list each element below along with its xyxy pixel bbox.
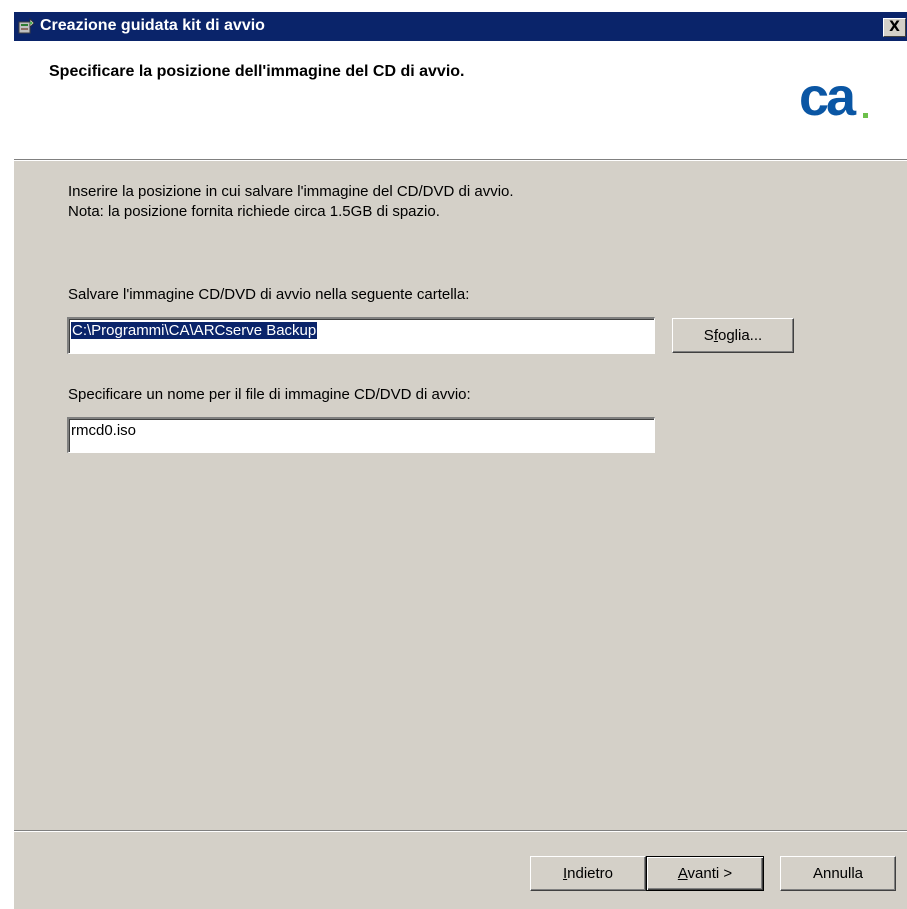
intro-text-line2: Nota: la posizione fornita richiede circ…	[68, 203, 440, 220]
close-icon: X	[889, 19, 900, 35]
wizard-header: Specificare la posizione dell'immagine d…	[14, 41, 907, 160]
browse-button[interactable]: Sfoglia...	[672, 318, 794, 353]
cancel-button[interactable]: Annulla	[780, 856, 896, 891]
next-button[interactable]: Avanti >	[646, 856, 764, 891]
page-title: Specificare la posizione dell'immagine d…	[49, 63, 465, 80]
window-title: Creazione guidata kit di avvio	[40, 17, 265, 34]
intro-text-line1: Inserire la posizione in cui salvare l'i…	[68, 183, 514, 200]
footer-divider	[14, 830, 907, 832]
browse-label-prefix: S	[703, 327, 714, 344]
filename-label: Specificare un nome per il file di immag…	[68, 386, 471, 403]
title-bar: Creazione guidata kit di avvio X	[14, 12, 907, 41]
close-button[interactable]: X	[883, 18, 906, 37]
folder-path-value: C:\Programmi\CA\ARCserve Backup	[71, 322, 318, 339]
folder-label: Salvare l'immagine CD/DVD di avvio nella…	[68, 286, 470, 303]
browse-label-suffix: oglia...	[717, 327, 763, 344]
wizard-kit-icon	[18, 18, 35, 34]
next-label-rest: vanti >	[687, 865, 733, 882]
svg-text:ca: ca	[799, 71, 857, 123]
folder-path-input[interactable]: C:\Programmi\CA\ARCserve Backup	[67, 317, 655, 354]
back-label-rest: ndietro	[567, 865, 614, 882]
filename-value: rmcd0.iso	[71, 422, 137, 439]
cancel-label: Annulla	[812, 865, 864, 882]
next-label-hotkey: A	[677, 865, 688, 882]
back-button[interactable]: Indietro	[530, 856, 646, 891]
filename-input[interactable]: rmcd0.iso	[67, 417, 655, 453]
wizard-window: Creazione guidata kit di avvio X Specifi…	[13, 12, 907, 909]
ca-logo: ca	[799, 71, 868, 123]
